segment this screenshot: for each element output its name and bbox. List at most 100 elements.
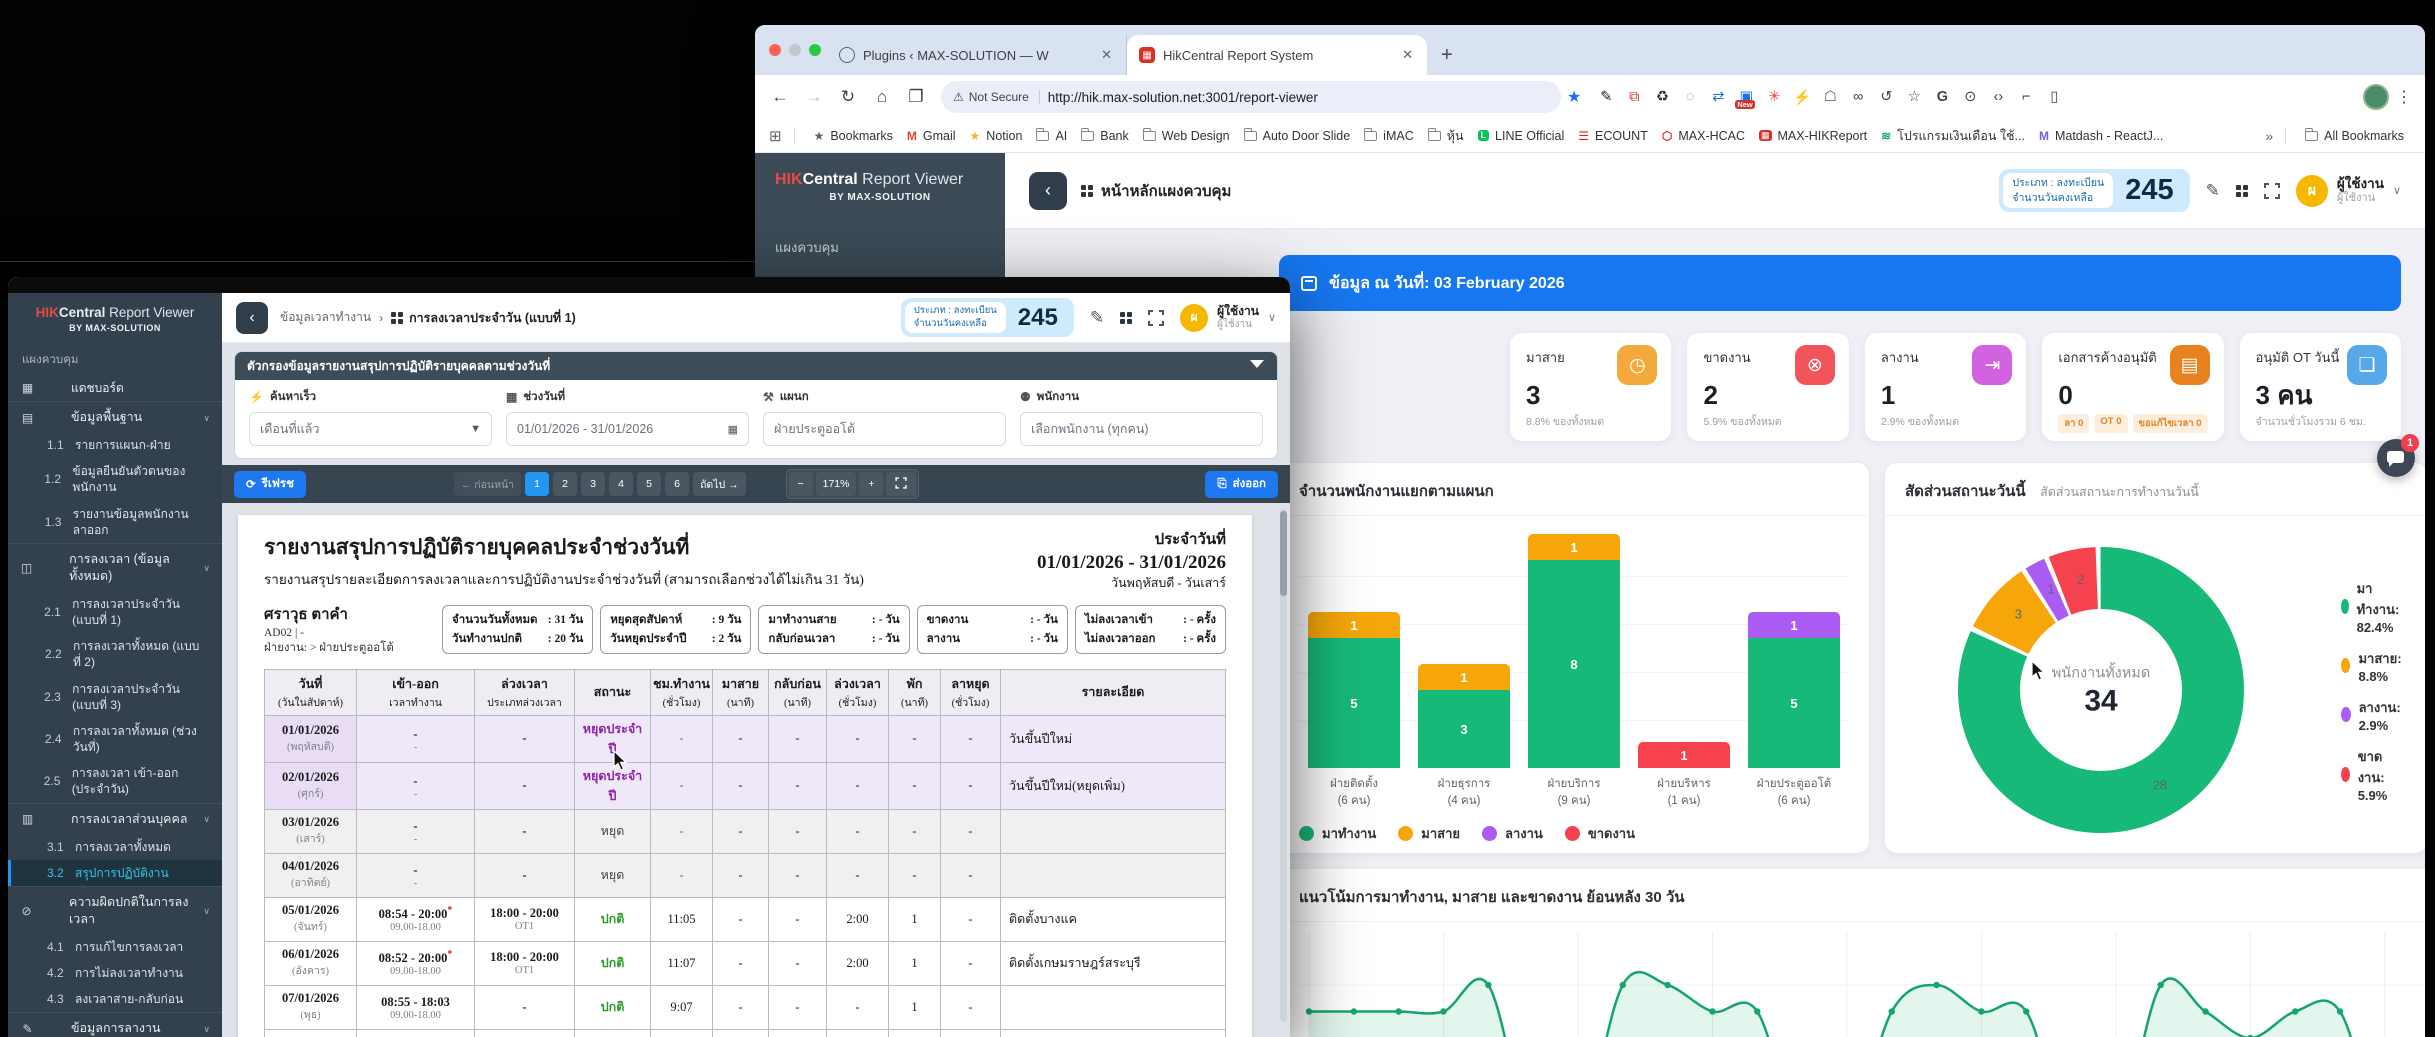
extension-icon[interactable]: ✎ <box>1593 89 1619 105</box>
bookmark-star-icon[interactable]: ★ <box>1567 87 1581 107</box>
sidebar-menu-item[interactable]: 2.4 การลงเวลาทั้งหมด (ช่วงวันที่) <box>8 718 222 760</box>
sidebar-menu-item[interactable]: 3.2 สรุปการปฏิบัติงาน <box>8 860 222 886</box>
sidebar-menu-item[interactable]: 1.1 รายการแผนก-ฝ่าย <box>8 432 222 458</box>
reading-list-icon[interactable]: ❐ <box>901 87 931 107</box>
window-titlebar[interactable] <box>8 277 1290 293</box>
page-number-button[interactable]: 6 <box>665 472 689 496</box>
zoom-out-button[interactable]: − <box>789 472 813 496</box>
fullscreen-icon[interactable] <box>1148 310 1164 326</box>
filter-input[interactable]: ฝ่ายประตูออโต้ <box>763 412 1006 446</box>
table-row[interactable]: 01/01/2026(พฤหัสบดี) -- - หยุดประจำปี - … <box>265 715 1226 762</box>
stat-card[interactable]: มาสาย ◷ 3 8.8% ของทั้งหมด <box>1510 333 1671 441</box>
apps-grid-icon[interactable]: ⊞ <box>769 127 782 145</box>
bookmarks-overflow-icon[interactable]: » <box>2265 128 2273 144</box>
back-icon[interactable]: ← <box>765 87 795 107</box>
bookmark-item[interactable]: ⬡ MAX-HCAC <box>1655 129 1752 143</box>
page-number-button[interactable]: 2 <box>553 472 577 496</box>
bookmark-item[interactable]: ★ Notion <box>963 129 1030 143</box>
window-controls[interactable] <box>769 44 821 56</box>
table-row[interactable]: 07/01/2026(พุธ) 08:55 - 18:0309.00-18.00… <box>265 985 1226 1029</box>
help-draw-icon[interactable]: ✎ <box>2206 181 2220 201</box>
sidebar-menu-item[interactable]: 1.3 รายงานข้อมูลพนักงานลาออก <box>8 501 222 543</box>
report-area[interactable]: รายงานสรุปการปฏิบัติรายบุคคลประจำช่วงวัน… <box>222 503 1290 1037</box>
user-menu[interactable]: ผ ผู้ใช้งานผู้ใช้งาน ∨ <box>2296 175 2401 207</box>
filter-input[interactable]: 01/01/2026 - 31/01/2026 ▦ <box>506 412 749 446</box>
refresh-button[interactable]: ⟳ รีเฟรช <box>234 471 306 498</box>
sidebar-menu-item[interactable]: 4.1 การแก้ไขการลงเวลา <box>8 934 222 960</box>
sidebar-menu-item[interactable]: ▥ การลงเวลาส่วนบุคคล ∨ <box>8 803 222 834</box>
bookmark-item[interactable]: ▦ MAX-HIKReport <box>1752 129 1874 143</box>
bookmark-item[interactable]: iMAC <box>1357 129 1421 143</box>
home-icon[interactable]: ⌂ <box>867 87 897 107</box>
zoom-in-button[interactable]: + <box>859 472 883 496</box>
table-row[interactable]: 05/01/2026(จันทร์) 08:54 - 20:00*09.00-1… <box>265 897 1226 941</box>
bookmark-item[interactable]: Web Design <box>1136 129 1237 143</box>
tab-close-icon[interactable]: ✕ <box>1099 47 1114 63</box>
forward-icon[interactable]: → <box>799 87 829 107</box>
stat-card[interactable]: ลางาน ⇥ 1 2.9% ของทั้งหมด <box>1865 333 2026 441</box>
bookmark-item[interactable]: Bank <box>1074 129 1136 143</box>
sidebar-menu-item[interactable]: 2.3 การลงเวลาประจำวัน (แบบที่ 3) <box>8 676 222 718</box>
new-tab-button[interactable]: + <box>1441 44 1453 67</box>
browser-menu-icon[interactable]: ⋮ <box>2393 87 2415 107</box>
help-draw-icon[interactable]: ✎ <box>1090 308 1104 328</box>
table-row[interactable]: 04/01/2026(อาทิตย์) -- - หยุด - - - - - <box>265 853 1226 897</box>
extension-icon[interactable]: ▯ <box>2041 89 2067 105</box>
sidebar-menu-item[interactable]: 4.3 ลงเวลาสาย-กลับก่อน <box>8 986 222 1012</box>
bookmark-item[interactable]: M Matdash - ReactJ... <box>2032 129 2170 143</box>
next-page-button[interactable]: ถัดไป → <box>693 472 746 496</box>
table-row[interactable]: 08/01/2026(พฤหัสบดี) 08:57 - 18:0109.00-… <box>265 1029 1226 1037</box>
page-number-button[interactable]: 5 <box>637 472 661 496</box>
sidebar-menu-item[interactable]: 4.2 การไม่ลงเวลาทำงาน <box>8 960 222 986</box>
extension-icon[interactable]: ◌ <box>1677 89 1703 105</box>
input-tail-icon[interactable]: ▼ <box>470 423 481 435</box>
tab-hikcentral[interactable]: ▦ HikCentral Report System ✕ <box>1127 35 1427 75</box>
bookmark-item[interactable]: Auto Door Slide <box>1237 129 1358 143</box>
sidebar-menu-item[interactable]: ⊘ ความผิดปกติในการลงเวลา ∨ <box>8 886 222 934</box>
close-window-button[interactable] <box>769 44 781 56</box>
table-row[interactable]: 03/01/2026(เสาร์) -- - หยุด - - - - - <box>265 809 1226 853</box>
all-bookmarks[interactable]: All Bookmarks <box>2298 129 2411 143</box>
export-button[interactable]: ⎘ ส่งออก <box>1205 471 1278 498</box>
stat-card[interactable]: อนุมัติ OT วันนี้ ❏ 3 คน จำนวนชั่วโมงรวม… <box>2240 333 2401 441</box>
table-row[interactable]: 06/01/2026(อังคาร) 08:52 - 20:00*09.00-1… <box>265 941 1226 985</box>
sidebar-menu-item[interactable]: 2.1 การลงเวลาประจำวัน (แบบที่ 1) <box>8 591 222 633</box>
reload-icon[interactable]: ↻ <box>833 87 863 107</box>
extension-icon[interactable]: ♻ <box>1649 89 1675 105</box>
minimize-window-button[interactable] <box>789 44 801 56</box>
back-button[interactable]: ‹ <box>1029 172 1067 210</box>
bookmark-item[interactable]: ☰ ECOUNT <box>1571 129 1655 143</box>
sidebar-menu-item[interactable]: ▦ แดชบอร์ด <box>8 375 222 401</box>
sidebar-menu-item[interactable]: 2.2 การลงเวลาทั้งหมด (แบบที่ 2) <box>8 633 222 675</box>
extension-icon[interactable]: ⚡ <box>1789 89 1815 106</box>
page-number-button[interactable]: 1 <box>525 472 549 496</box>
notification-fab[interactable]: 1 <box>2377 439 2415 477</box>
extension-icon[interactable]: ⌐ <box>2013 89 2039 105</box>
back-button[interactable]: ‹ <box>236 302 268 334</box>
fullscreen-icon[interactable] <box>2264 183 2280 199</box>
bookmark-item[interactable]: ★ Bookmarks <box>807 129 900 143</box>
prev-page-button[interactable]: ← ก่อนหน้า <box>454 472 521 496</box>
page-number-button[interactable]: 3 <box>581 472 605 496</box>
extension-icon[interactable]: ▣ New <box>1733 89 1759 105</box>
sidebar-menu-item[interactable]: ✎ ข้อมูลการลางาน ∨ <box>8 1012 222 1037</box>
filter-input[interactable]: เดือนที่แล้ว ▼ <box>249 412 492 446</box>
extension-icon[interactable]: ‹› <box>1985 89 2011 105</box>
stat-card[interactable]: ขาดงาน ⊗ 2 5.9% ของทั้งหมด <box>1687 333 1848 441</box>
bookmark-item[interactable]: หุ้น <box>1421 126 1471 146</box>
user-menu[interactable]: ผ ผู้ใช้งานผู้ใช้งาน ∨ <box>1180 304 1276 332</box>
sidebar-menu-item[interactable]: ▤ ข้อมูลพื้นฐาน ∨ <box>8 401 222 432</box>
url-text[interactable]: http://hik.max-solution.net:3001/report-… <box>1048 90 1318 105</box>
fit-page-button[interactable] <box>886 472 916 496</box>
table-row[interactable]: 02/01/2026(ศุกร์) -- - หยุดประจำปี - - -… <box>265 762 1226 809</box>
sidebar-menu-item[interactable]: ◫ การลงเวลา (ข้อมูลทั้งหมด) ∨ <box>8 543 222 591</box>
extension-icon[interactable]: ⧉ <box>1621 89 1647 105</box>
address-bar[interactable]: ⚠ Not Secure http://hik.max-solution.net… <box>941 81 1561 113</box>
extension-icon[interactable]: ☆ <box>1901 89 1927 105</box>
input-tail-icon[interactable]: ▦ <box>728 423 738 436</box>
extension-icon[interactable]: ⊙ <box>1957 89 1983 105</box>
tab-close-icon[interactable]: ✕ <box>1400 47 1415 63</box>
extension-icon[interactable]: ✳ <box>1761 89 1787 105</box>
apps-icon[interactable] <box>1120 312 1132 324</box>
bookmark-item[interactable]: L LINE Official <box>1471 129 1572 143</box>
